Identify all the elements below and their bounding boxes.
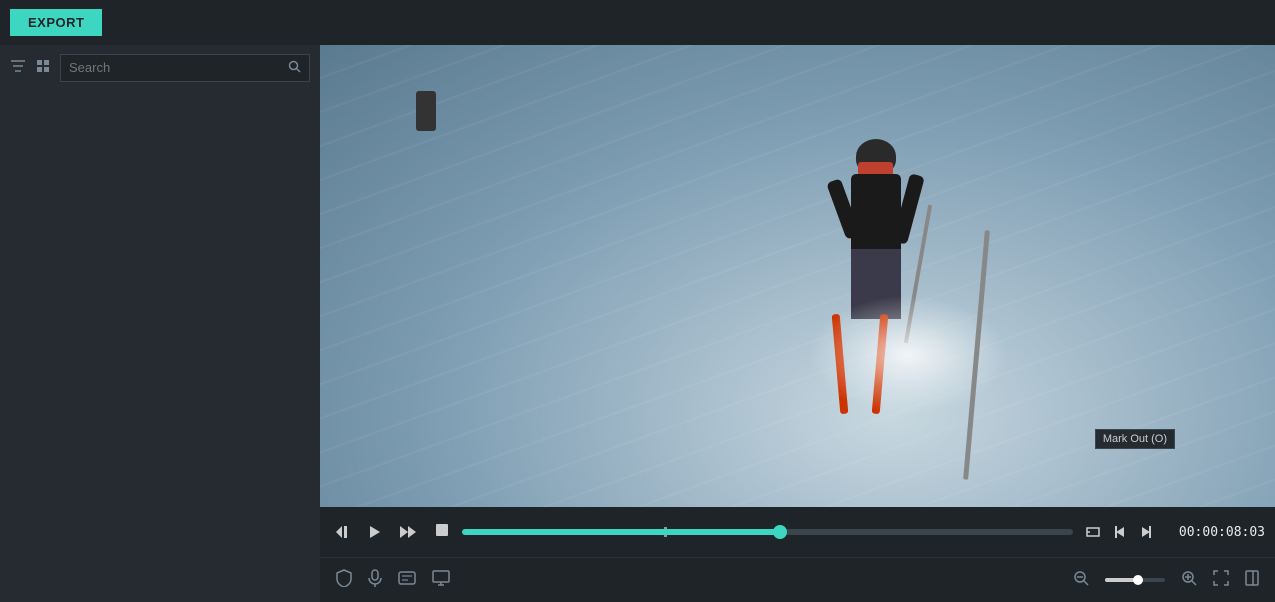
mark-in-button[interactable] (1109, 522, 1131, 542)
zoom-out-icon[interactable] (1073, 570, 1089, 591)
mark-frame-button[interactable] (1081, 522, 1105, 542)
export-button[interactable]: EXPORT (10, 9, 102, 36)
mic-icon[interactable] (368, 569, 382, 592)
filter-icon[interactable] (10, 59, 26, 76)
video-container: Mark Out (O) (320, 45, 1275, 507)
progress-bar[interactable] (462, 529, 1073, 535)
monitor-icon[interactable] (432, 570, 450, 591)
volume-handle[interactable] (1133, 575, 1143, 585)
background-skier (416, 91, 436, 131)
time-display: 00:00:08:03 (1165, 525, 1265, 540)
skip-to-start-button[interactable] (330, 522, 354, 542)
left-panel (0, 45, 320, 602)
bottom-right-icons (1073, 570, 1259, 591)
grid-icon[interactable] (36, 59, 50, 76)
volume-slider-container (1105, 578, 1165, 582)
shield-icon[interactable] (336, 569, 352, 592)
progress-handle[interactable] (773, 525, 787, 539)
progress-fill (462, 529, 780, 535)
top-row-right (320, 0, 1275, 45)
video-area: Mark Out (O) (320, 45, 1275, 602)
top-row-left: EXPORT (0, 0, 320, 45)
video-frame (320, 45, 1275, 507)
bottom-toolbar (320, 557, 1275, 602)
playback-right-controls (1081, 522, 1157, 542)
search-icon (288, 60, 301, 76)
volume-slider[interactable] (1105, 578, 1165, 582)
zoom-in-icon[interactable] (1181, 570, 1197, 591)
subtitle-icon[interactable] (398, 571, 416, 590)
search-input[interactable] (69, 60, 288, 75)
panel-toggle-icon[interactable] (1245, 570, 1259, 591)
left-panel-body (0, 90, 320, 602)
search-box (60, 54, 310, 82)
stop-button[interactable] (430, 520, 454, 545)
main-area: Mark Out (O) (0, 45, 1275, 602)
playback-bar: 00:00:08:03 (320, 507, 1275, 557)
expand-icon[interactable] (1213, 570, 1229, 591)
mark-out-button[interactable] (1135, 522, 1157, 542)
play-button[interactable] (362, 522, 386, 542)
play-fast-button[interactable] (394, 522, 422, 542)
top-row: EXPORT (0, 0, 1275, 45)
left-panel-toolbar (0, 45, 320, 90)
